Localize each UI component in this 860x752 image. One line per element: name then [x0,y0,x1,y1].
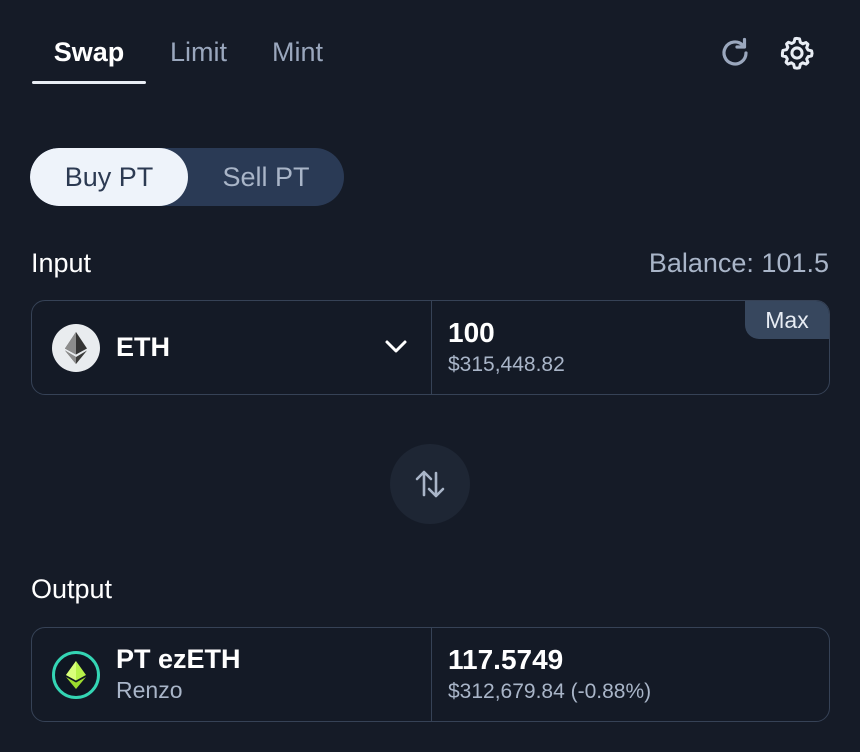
chevron-down-icon[interactable] [383,333,409,359]
input-token-name: ETH [116,332,170,362]
buy-pt-button[interactable]: Buy PT [30,148,188,206]
pt-ezeth-logo-icon [52,650,100,699]
input-label: Input [31,248,92,278]
buy-sell-toggle: Buy PT Sell PT [30,148,344,206]
tab-limit[interactable]: Limit [170,30,227,74]
input-amount-area[interactable]: 100 $315,448.82 Max [432,301,829,394]
input-panel: ETH 100 $315,448.82 Max [31,300,830,395]
tab-swap[interactable]: Swap [32,30,146,84]
output-label: Output [31,574,113,604]
max-button[interactable]: Max [745,301,829,339]
swap-arrows-icon [415,470,445,498]
balance-text: Balance: 101.5 [648,248,829,278]
output-amount-area: 117.5749 $312,679.84 (-0.88%) [432,628,829,721]
output-amount: 117.5749 [448,644,564,675]
output-protocol: Renzo [116,676,183,703]
tab-mint[interactable]: Mint [272,30,323,74]
output-panel: PT ezETH Renzo 117.5749 $312,679.84 (-0.… [31,627,830,722]
gear-icon[interactable] [778,34,816,72]
refresh-icon[interactable] [716,34,754,72]
swap-direction-button[interactable] [390,444,470,524]
output-token-name: PT ezETH [116,643,241,674]
eth-logo-icon [52,323,100,372]
input-usd-value: $315,448.82 [448,353,565,376]
trade-tabs: Swap Limit Mint [32,30,368,86]
output-token-info: PT ezETH Renzo [32,628,432,721]
output-usd-value: $312,679.84 (-0.88%) [448,680,652,703]
sell-pt-button[interactable]: Sell PT [188,148,344,206]
input-token-selector[interactable]: ETH [32,301,432,394]
